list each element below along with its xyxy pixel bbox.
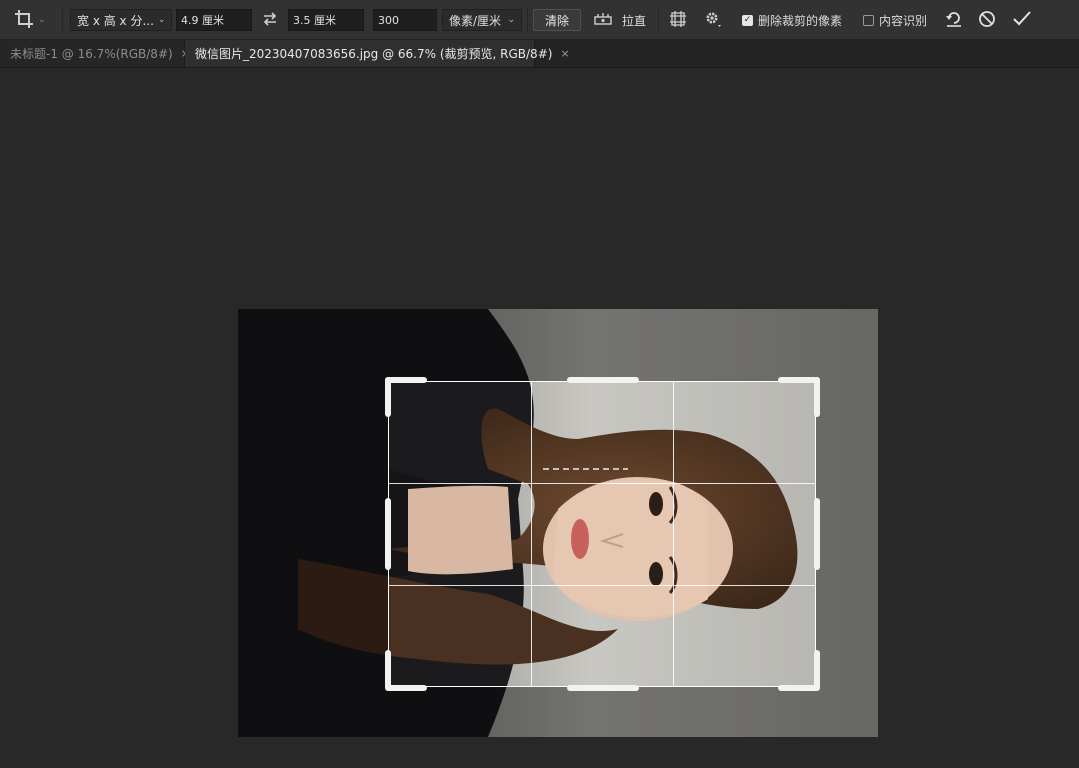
divider [62, 8, 63, 32]
divider [527, 8, 528, 32]
crop-settings-button[interactable] [702, 9, 724, 31]
chevron-down-icon: ⌄ [38, 15, 46, 25]
ratio-preset-dropdown[interactable]: 宽 x 高 x 分... ⌄ [70, 9, 172, 31]
options-bar: ⌄ 宽 x 高 x 分... ⌄ 4.9 厘米 3.5 厘米 300 像素/厘米… [0, 0, 1079, 40]
crop-tool-preset-picker[interactable]: ⌄ [14, 9, 54, 31]
grid-line [531, 382, 532, 686]
cancel-icon [978, 10, 996, 31]
tab-label: 未标题-1 @ 16.7%(RGB/8#) [10, 47, 173, 61]
cancel-crop-button[interactable] [976, 9, 998, 31]
crop-handle-top-left[interactable] [385, 377, 427, 383]
crop-handle-bottom-right[interactable] [814, 650, 820, 690]
crop-shield-bottom [388, 687, 816, 737]
checkmark-icon [1012, 10, 1032, 31]
divider [658, 8, 659, 32]
crop-handle-top-right[interactable] [814, 377, 820, 417]
content-aware-label: 内容识别 [879, 13, 928, 28]
straighten-level-icon [593, 11, 613, 30]
checkbox-checked-icon: ✓ [742, 14, 753, 26]
delete-cropped-pixels-label: 删除裁剪的像素 [758, 13, 843, 28]
crop-handle-bottom-left[interactable] [385, 685, 427, 691]
reset-crop-button[interactable] [943, 9, 965, 31]
grid-overlay-icon [669, 10, 687, 31]
chevron-down-icon: ⌄ [507, 15, 515, 25]
straighten-button[interactable] [592, 9, 614, 31]
resolution-unit-value: 像素/厘米 [449, 13, 502, 28]
chevron-down-icon: ⌄ [157, 15, 166, 25]
height-input[interactable]: 3.5 厘米 [288, 9, 364, 31]
grid-line [673, 382, 674, 686]
crop-handle-bottom[interactable] [567, 685, 639, 691]
straighten-label[interactable]: 拉直 [622, 9, 652, 31]
content-aware-checkbox[interactable]: 内容识别 [863, 9, 933, 31]
grid-line [389, 585, 815, 586]
crop-tool-icon [14, 9, 34, 32]
crop-handle-left[interactable] [385, 498, 391, 570]
overlay-options-button[interactable] [667, 9, 689, 31]
resolution-input[interactable]: 300 [373, 9, 437, 31]
commit-crop-button[interactable] [1010, 9, 1034, 31]
gear-icon [704, 10, 722, 31]
swap-arrows-icon [262, 11, 278, 29]
reset-icon [945, 10, 963, 31]
swap-dimensions-button[interactable] [258, 9, 282, 31]
crop-shield-right [816, 309, 878, 737]
crop-handle-top[interactable] [567, 377, 639, 383]
document-tab-bar: 未标题-1 @ 16.7%(RGB/8#) × 微信图片_20230407083… [0, 40, 1079, 68]
crop-shield-left [238, 309, 388, 737]
width-input[interactable]: 4.9 厘米 [176, 9, 252, 31]
close-icon[interactable]: × [560, 47, 569, 60]
crop-handle-top-left[interactable] [385, 377, 391, 417]
crop-shield-top [388, 309, 816, 381]
delete-cropped-pixels-checkbox[interactable]: ✓ 删除裁剪的像素 [742, 9, 852, 31]
crop-box[interactable] [388, 381, 816, 687]
tab-wechat-image[interactable]: 微信图片_20230407083656.jpg @ 66.7% (裁剪预览, R… [185, 40, 570, 67]
tab-label: 微信图片_20230407083656.jpg @ 66.7% (裁剪预览, R… [195, 47, 553, 61]
ratio-preset-value: 宽 x 高 x 分... [77, 13, 154, 28]
crop-handle-bottom-right[interactable] [778, 685, 820, 691]
crop-handle-bottom-left[interactable] [385, 650, 391, 690]
crop-handle-right[interactable] [814, 498, 820, 570]
clear-button[interactable]: 清除 [533, 9, 581, 31]
resolution-unit-dropdown[interactable]: 像素/厘米 ⌄ [442, 9, 522, 31]
checkbox-unchecked-icon [863, 14, 874, 26]
tab-untitled-1[interactable]: 未标题-1 @ 16.7%(RGB/8#) × [0, 40, 190, 67]
grid-line [389, 483, 815, 484]
